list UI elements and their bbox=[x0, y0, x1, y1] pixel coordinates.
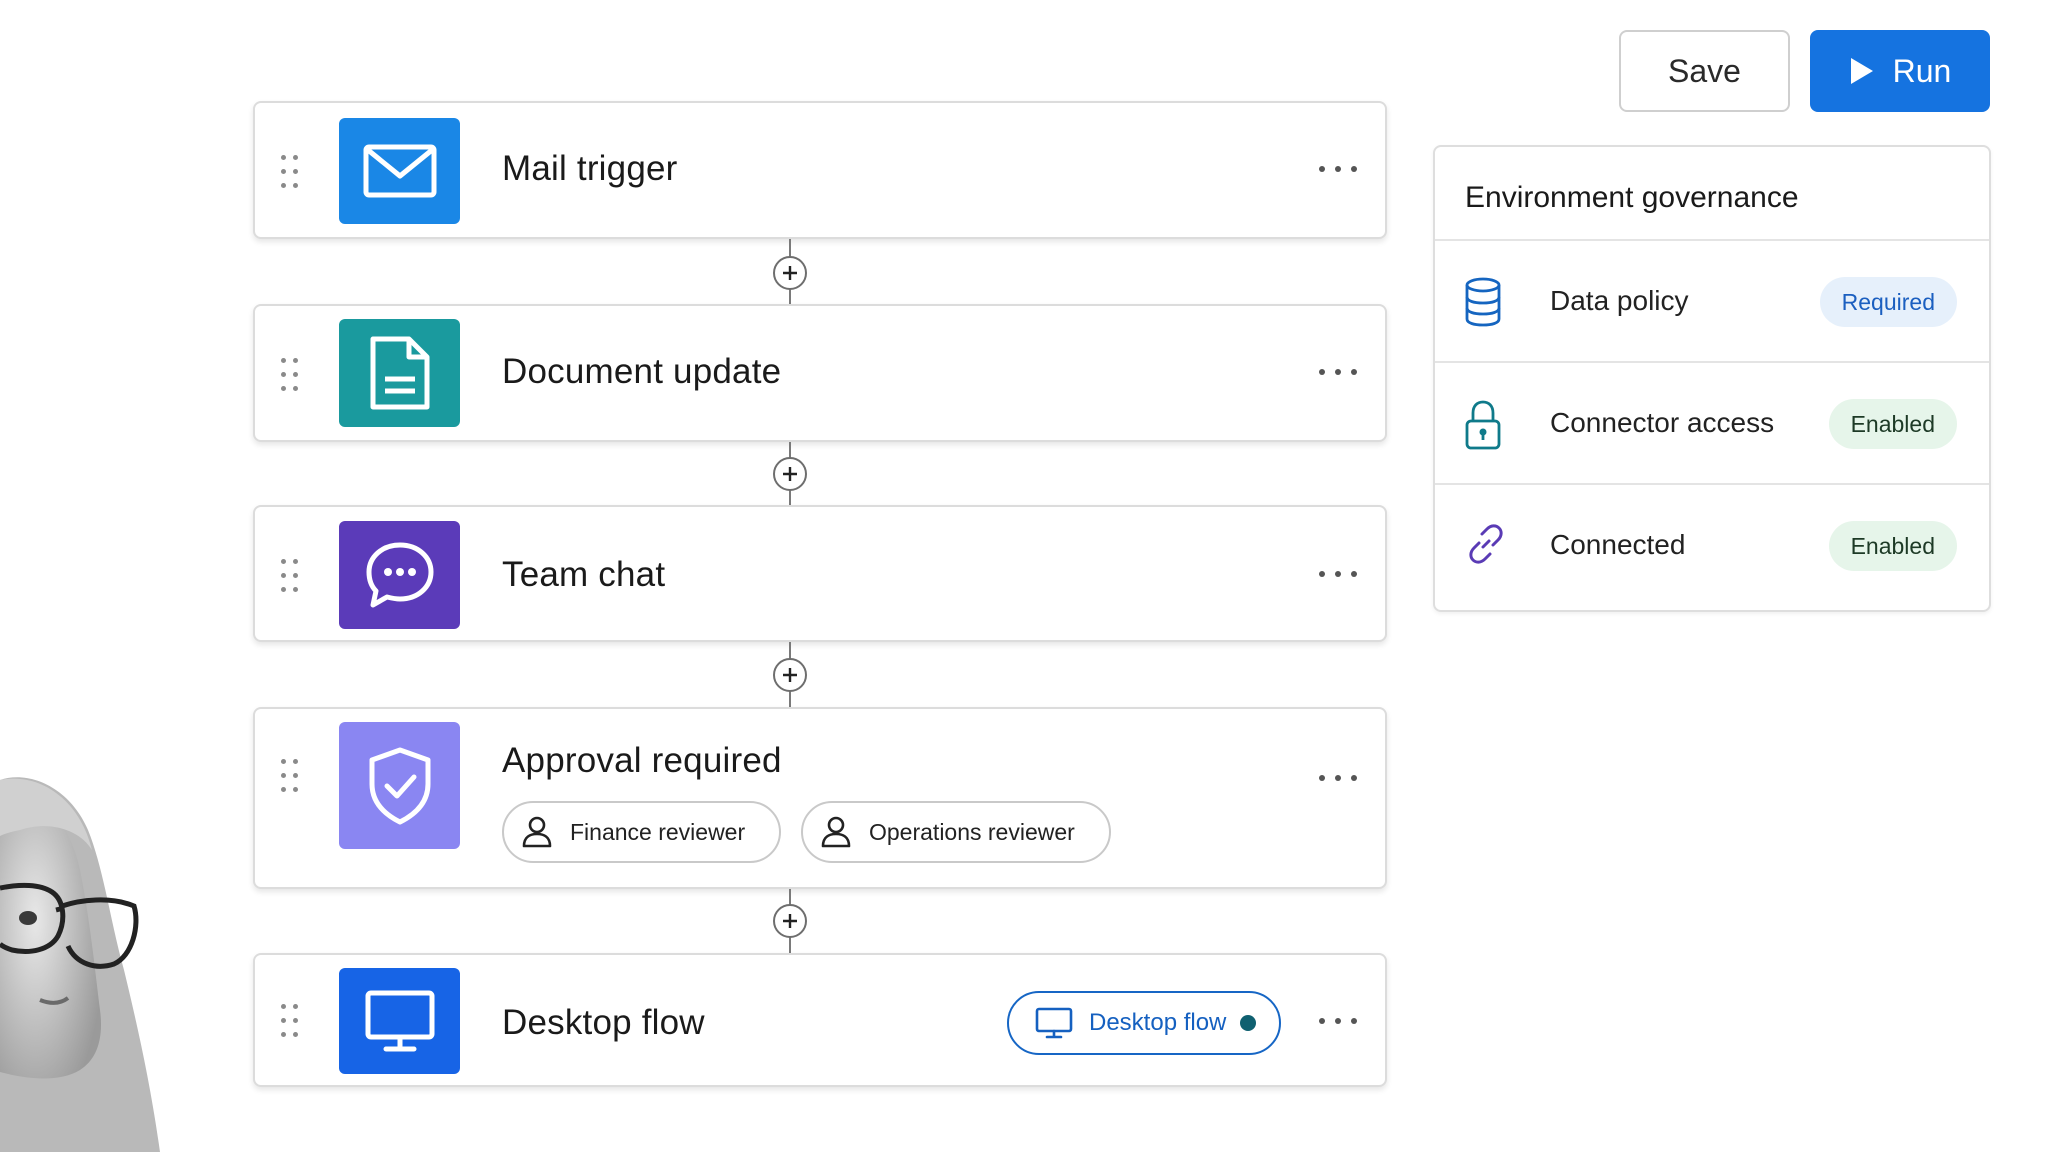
governance-row-data-policy[interactable]: Data policy Required bbox=[1435, 239, 1989, 361]
step-title: Desktop flow bbox=[502, 1003, 705, 1042]
database-icon bbox=[1465, 277, 1501, 327]
mail-tile bbox=[339, 118, 460, 224]
desktop-flow-badge-label: Desktop flow bbox=[1089, 1009, 1227, 1036]
user-icon bbox=[522, 816, 552, 848]
document-tile bbox=[339, 319, 460, 427]
status-badge: Required bbox=[1819, 277, 1957, 327]
status-dot bbox=[1240, 1015, 1257, 1031]
drag-handle-icon[interactable] bbox=[281, 1004, 303, 1038]
plus-icon bbox=[783, 914, 797, 928]
more-options-icon[interactable] bbox=[1319, 166, 1359, 176]
reviewer-label: Finance reviewer bbox=[570, 818, 746, 845]
link-icon bbox=[1469, 524, 1503, 564]
add-step-button[interactable] bbox=[773, 904, 807, 938]
flow-step-approval-required[interactable]: Approval required Finance reviewer Opera… bbox=[253, 707, 1387, 889]
status-badge: Enabled bbox=[1828, 399, 1957, 449]
flow-step-mail-trigger[interactable]: Mail trigger bbox=[253, 101, 1387, 239]
lock-icon bbox=[1465, 400, 1501, 450]
plus-icon bbox=[783, 668, 797, 682]
person-photo bbox=[0, 777, 160, 1152]
row-label: Connector access bbox=[1550, 407, 1775, 438]
add-step-button[interactable] bbox=[773, 457, 807, 491]
flow-step-desktop-flow[interactable]: Desktop flow Desktop flow bbox=[253, 953, 1387, 1087]
play-icon bbox=[1850, 58, 1873, 84]
chat-tile bbox=[339, 521, 460, 629]
add-step-button[interactable] bbox=[773, 658, 807, 692]
step-title: Team chat bbox=[502, 555, 666, 594]
more-options-icon[interactable] bbox=[1319, 1018, 1359, 1028]
plus-icon bbox=[783, 467, 797, 481]
add-step-button[interactable] bbox=[773, 256, 807, 290]
more-options-icon[interactable] bbox=[1319, 571, 1359, 581]
governance-row-connected[interactable]: Connected Enabled bbox=[1435, 483, 1989, 612]
panel-title: Environment governance bbox=[1465, 181, 1799, 214]
step-title: Approval required bbox=[502, 741, 782, 780]
row-label: Connected bbox=[1550, 529, 1686, 560]
monitor-icon bbox=[365, 990, 434, 1052]
user-icon bbox=[821, 816, 851, 848]
drag-handle-icon[interactable] bbox=[281, 358, 303, 392]
desktop-tile bbox=[339, 968, 460, 1074]
approval-tile bbox=[339, 722, 460, 849]
document-icon bbox=[370, 336, 429, 410]
step-title: Mail trigger bbox=[502, 149, 678, 188]
run-button[interactable]: Run bbox=[1810, 30, 1990, 112]
drag-handle-icon[interactable] bbox=[281, 559, 303, 593]
run-button-label: Run bbox=[1892, 52, 1952, 89]
drag-handle-icon[interactable] bbox=[281, 155, 303, 189]
more-options-icon[interactable] bbox=[1319, 369, 1359, 379]
flow-step-document-update[interactable]: Document update bbox=[253, 304, 1387, 442]
plus-icon bbox=[783, 266, 797, 280]
row-label: Data policy bbox=[1550, 285, 1689, 316]
desktop-flow-badge[interactable]: Desktop flow bbox=[1007, 991, 1281, 1055]
monitor-icon bbox=[1035, 1007, 1073, 1039]
status-badge: Enabled bbox=[1828, 521, 1957, 571]
chat-icon bbox=[366, 542, 433, 608]
reviewer-chip-finance[interactable]: Finance reviewer bbox=[502, 801, 781, 863]
save-button[interactable]: Save bbox=[1619, 30, 1790, 112]
environment-governance-panel: Environment governance Data policy Requi… bbox=[1433, 145, 1991, 612]
reviewer-chip-operations[interactable]: Operations reviewer bbox=[801, 801, 1111, 863]
flow-step-team-chat[interactable]: Team chat bbox=[253, 505, 1387, 642]
reviewer-label: Operations reviewer bbox=[869, 818, 1075, 845]
drag-handle-icon[interactable] bbox=[281, 759, 303, 793]
governance-row-connector-access[interactable]: Connector access Enabled bbox=[1435, 361, 1989, 483]
shield-check-icon bbox=[369, 747, 430, 824]
more-options-icon[interactable] bbox=[1319, 775, 1359, 785]
mail-icon bbox=[363, 144, 436, 198]
step-title: Document update bbox=[502, 352, 782, 391]
